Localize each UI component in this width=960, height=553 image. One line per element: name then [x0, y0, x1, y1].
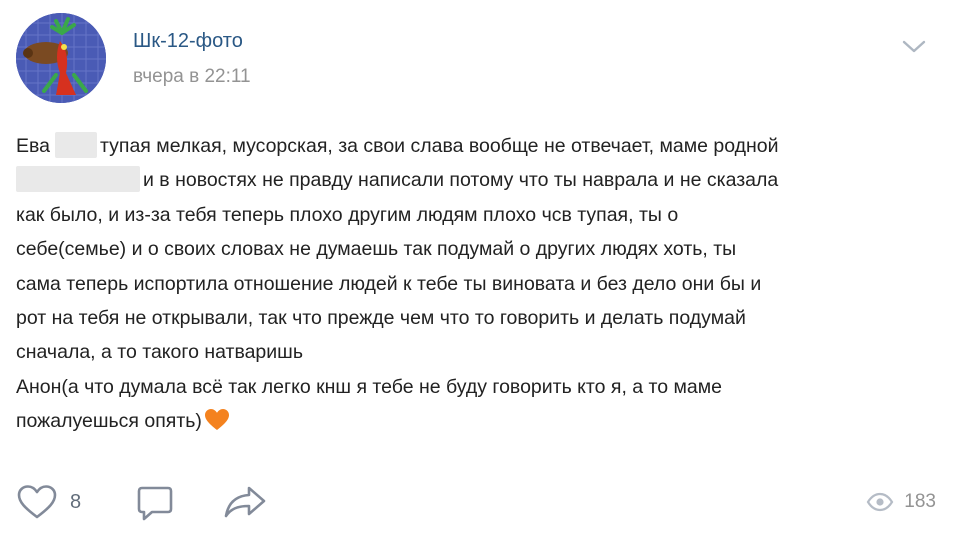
text-line: Анон(а что думала всё так легко кнш я те…: [16, 375, 723, 398]
comment-button[interactable]: [136, 484, 174, 522]
text-line: себе(семье) и о своих словах не думаешь …: [16, 238, 737, 261]
text-line: как было, и из-за тебя теперь плохо друг…: [16, 203, 679, 226]
eye-icon: [867, 492, 894, 512]
text-line: Ева тупая мелкая, мусорская, за свои слав…: [16, 129, 936, 163]
avatar[interactable]: [16, 13, 106, 103]
redacted-name: [55, 132, 97, 158]
post-text: Ева тупая мелкая, мусорская, за свои слав…: [16, 129, 936, 439]
share-button[interactable]: [223, 484, 267, 520]
heart-outline-icon: [17, 485, 57, 519]
views-counter: 183: [866, 491, 936, 513]
views-count: 183: [904, 491, 936, 512]
author-link[interactable]: Шк-12-фото: [133, 30, 243, 53]
chevron-down-icon: [902, 40, 926, 53]
like-button[interactable]: 8: [16, 484, 81, 520]
text-line: сама теперь испортила отношение людей к …: [16, 272, 762, 295]
redacted-name: [16, 166, 140, 193]
wall-post: Шк-12-фото вчера в 22:11 Ева тупая мелкая…: [0, 0, 960, 553]
post-actions: 8 183: [16, 484, 936, 524]
text-line: рот на тебя не открывали, так что прежде…: [16, 306, 746, 329]
post-timestamp[interactable]: вчера в 22:11: [133, 66, 251, 88]
comment-bubble-icon: [137, 486, 173, 521]
post-menu-button[interactable]: [898, 34, 930, 58]
text-line: и в новостях не правду написали потому ч…: [16, 163, 936, 197]
avatar-moose-image: [16, 13, 106, 103]
orange-heart-emoji-icon: [204, 409, 229, 431]
like-count: 8: [70, 490, 82, 513]
text-line: пожалуешься опять): [16, 404, 936, 438]
share-arrow-icon: [224, 486, 266, 518]
text-line: сначала, а то такого натваришь: [16, 341, 303, 364]
